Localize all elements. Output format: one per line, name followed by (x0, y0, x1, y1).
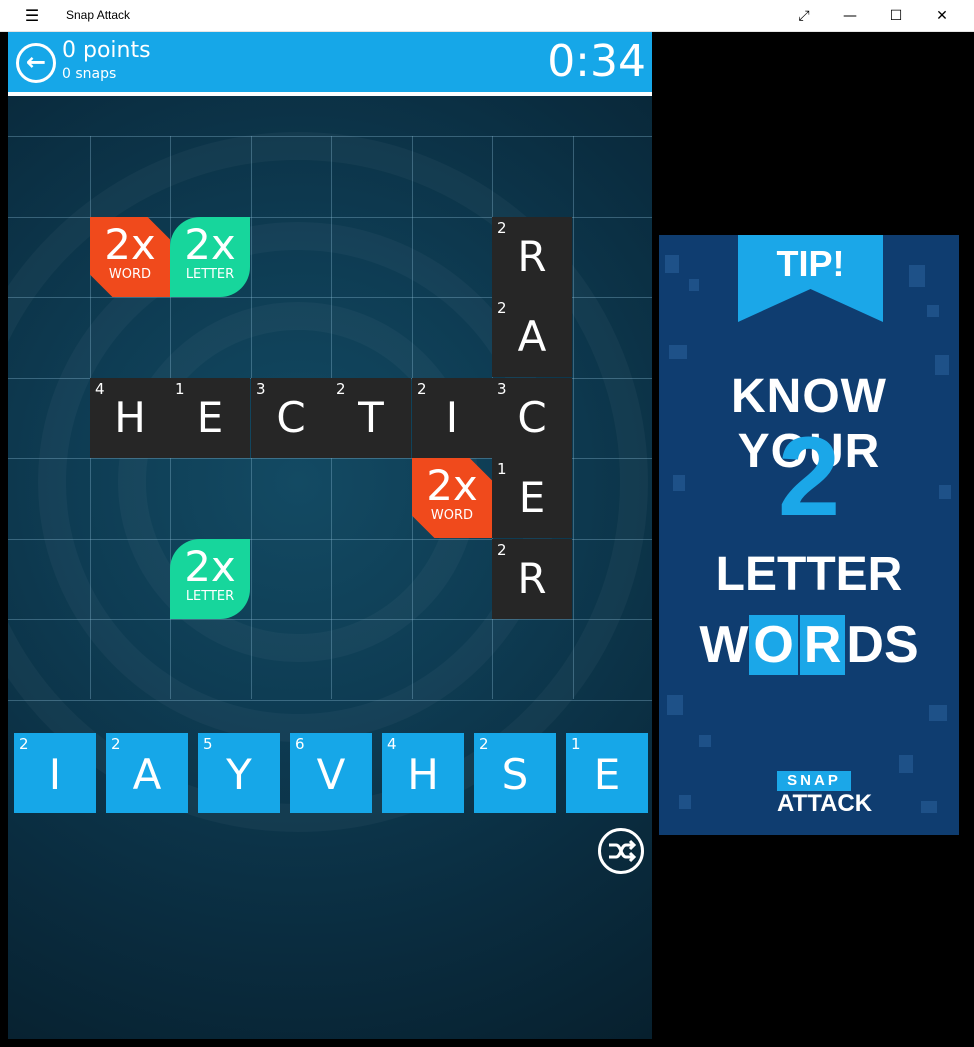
decorative-square (667, 695, 683, 715)
tile-letter: R (517, 554, 547, 603)
tile-letter: I (48, 750, 62, 799)
tile-letter: H (114, 393, 146, 442)
tile-letter: E (196, 393, 224, 442)
close-icon[interactable]: ✕ (919, 0, 965, 32)
tile-letter: A (517, 312, 547, 361)
rack-tile[interactable]: 5Y (198, 733, 280, 813)
placed-tile: 4H (90, 378, 170, 458)
grid-line (573, 136, 574, 699)
rack-tile[interactable]: 2S (474, 733, 556, 813)
maximize-icon[interactable]: ☐ (873, 0, 919, 32)
tile-letter: I (445, 393, 459, 442)
grid-line (8, 136, 652, 137)
rack-tile[interactable]: 1E (566, 733, 648, 813)
tip-line-4: WO RDS (659, 615, 959, 675)
placed-tile: 1E (492, 458, 572, 538)
decorative-square (899, 755, 913, 773)
tile-letter: A (132, 750, 162, 799)
decorative-square (669, 345, 687, 359)
bonus-type: LETTER (185, 267, 235, 282)
placed-tile: 1E (170, 378, 250, 458)
tile-letter: R (517, 232, 547, 281)
logo-snap: SNAP (777, 771, 851, 791)
tile-letter: S (501, 750, 529, 799)
placed-tile: 2R (492, 539, 572, 619)
tile-letter: E (518, 473, 546, 522)
tile-letter: V (316, 750, 346, 799)
decorative-square (689, 279, 699, 291)
tip-word-part: W (699, 616, 749, 674)
back-arrow-icon[interactable]: ← (16, 43, 56, 83)
rack-tile[interactable]: 4H (382, 733, 464, 813)
placed-tile: 2I (412, 378, 492, 458)
app-title: Snap Attack (66, 8, 131, 22)
logo-attack: ATTACK (777, 790, 873, 817)
bonus-multiplier: 2x (104, 220, 156, 269)
restore-icon[interactable]: ⤢ (781, 0, 827, 32)
bonus-multiplier: 2x (184, 542, 236, 591)
snaps-label: 0 snaps (62, 66, 117, 82)
bonus-type: WORD (108, 267, 152, 282)
game-board: 2x WORD 2x LETTER 2x WORD 2x LETTER 2 R 2 A 4 H 1 E 3 C 2 T… (8, 136, 652, 701)
tip-word-part-highlight: R (799, 615, 846, 675)
grid-line (8, 700, 652, 701)
placed-tile: 3C (251, 378, 331, 458)
tip-number: 2 (777, 414, 841, 539)
bonus-type: LETTER (185, 589, 235, 604)
tile-letter: H (407, 750, 439, 799)
window-titlebar: ☰ Snap Attack ⤢ — ☐ ✕ (0, 0, 974, 32)
rack-tile[interactable]: 6V (290, 733, 372, 813)
tip-word-part: DS (846, 616, 919, 674)
bonus-multiplier: 2x (184, 220, 236, 269)
letter-bonus-square[interactable]: 2x LETTER (170, 539, 250, 619)
word-bonus-square[interactable]: 2x WORD (90, 217, 170, 297)
rack-tile[interactable]: 2A (106, 733, 188, 813)
minimize-icon[interactable]: — (827, 0, 873, 32)
placed-tile: 2T (331, 378, 411, 458)
tile-letter: C (517, 393, 547, 442)
bonus-type: WORD (430, 508, 474, 523)
decorative-square (679, 795, 691, 809)
placed-tile: 3C (492, 378, 572, 458)
shuffle-icon[interactable] (598, 828, 644, 874)
decorative-square (909, 265, 925, 287)
tile-letter: Y (226, 750, 252, 799)
score-header: ← 0 points 0 snaps 0:34 (8, 32, 652, 96)
decorative-square (929, 705, 947, 721)
tip-word-part-highlight: O (749, 615, 798, 675)
decorative-square (665, 255, 679, 273)
shuffle-icon-graphic (609, 839, 637, 863)
tip-label: TIP! (776, 243, 845, 284)
tile-letter: E (593, 750, 621, 799)
decorative-square (699, 735, 711, 747)
placed-tile: 2A (492, 297, 572, 377)
word-bonus-square[interactable]: 2x WORD (412, 458, 492, 538)
tile-letter: T (358, 393, 384, 442)
letter-bonus-square[interactable]: 2x LETTER (170, 217, 250, 297)
decorative-square (921, 801, 937, 813)
timer: 0:34 (547, 36, 646, 87)
points-label: 0 points (62, 38, 151, 63)
rack-tile[interactable]: 2I (14, 733, 96, 813)
placed-tile: 2R (492, 217, 572, 297)
bonus-multiplier: 2x (426, 461, 478, 510)
grid-line (8, 619, 652, 620)
decorative-square (927, 305, 939, 317)
tile-letter: C (276, 393, 306, 442)
tip-panel[interactable]: TIP! KNOW YOUR 2 LETTER WO RDS SNAP ATTAC… (659, 235, 959, 835)
hamburger-icon[interactable]: ☰ (18, 6, 46, 26)
tip-line-3: LETTER (715, 548, 903, 601)
game-area: ← 0 points 0 snaps 0:34 2x WORD 2x LETTER 2x… (8, 32, 652, 1039)
